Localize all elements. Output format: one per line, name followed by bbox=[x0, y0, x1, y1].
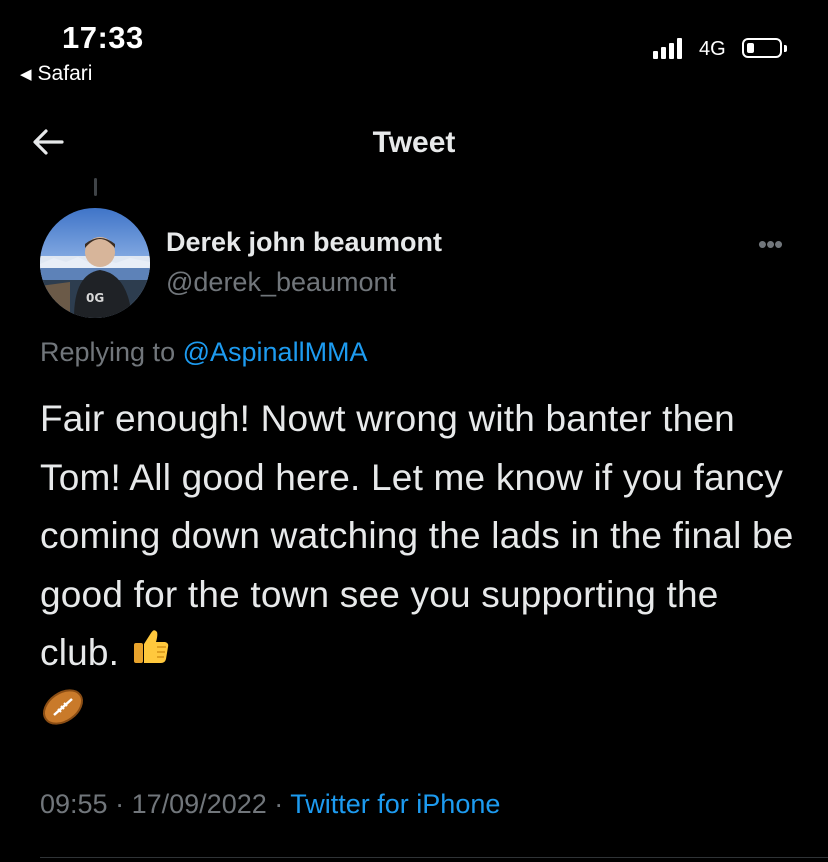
svg-text:0G: 0G bbox=[86, 291, 104, 305]
tweet-date: 17/09/2022 bbox=[131, 789, 267, 819]
back-to-app-button[interactable]: ◀ Safari bbox=[20, 62, 92, 86]
meta-separator: · bbox=[115, 789, 125, 819]
rugby-ball-icon bbox=[40, 686, 86, 746]
page-title: Tweet bbox=[372, 126, 456, 159]
nav-bar: Tweet bbox=[0, 110, 828, 174]
back-triangle-icon: ◀ bbox=[20, 66, 32, 83]
battery-icon bbox=[742, 38, 787, 58]
avatar-image: 0G bbox=[40, 208, 150, 318]
replying-prefix: Replying to bbox=[40, 337, 176, 367]
more-options-button[interactable]: ••• bbox=[750, 229, 790, 259]
tweet-meta: 09:55 · 17/09/2022 · Twitter for iPhone bbox=[40, 789, 500, 820]
meta-separator: · bbox=[274, 789, 284, 819]
divider bbox=[40, 857, 828, 858]
thread-connector bbox=[94, 178, 97, 196]
status-time: 17:33 bbox=[62, 20, 144, 55]
avatar[interactable]: 0G bbox=[40, 208, 150, 318]
author-name[interactable]: Derek john beaumont bbox=[166, 227, 442, 258]
thumbs-up-icon bbox=[130, 625, 172, 685]
more-icon: ••• bbox=[757, 229, 783, 259]
tweet-body: Fair enough! Nowt wrong with banter then… bbox=[40, 390, 800, 746]
author-handle[interactable]: @derek_beaumont bbox=[166, 267, 396, 298]
back-app-label: Safari bbox=[37, 62, 93, 85]
reply-mention-link[interactable]: @AspinallMMA bbox=[183, 337, 368, 367]
status-bar: 17:33 ◀ Safari 4G bbox=[0, 0, 828, 100]
tweet-time: 09:55 bbox=[40, 789, 108, 819]
replying-to: Replying to @AspinallMMA bbox=[40, 337, 368, 368]
network-type: 4G bbox=[699, 38, 726, 60]
tweet-source-link[interactable]: Twitter for iPhone bbox=[290, 789, 500, 819]
signal-icon bbox=[653, 37, 682, 59]
